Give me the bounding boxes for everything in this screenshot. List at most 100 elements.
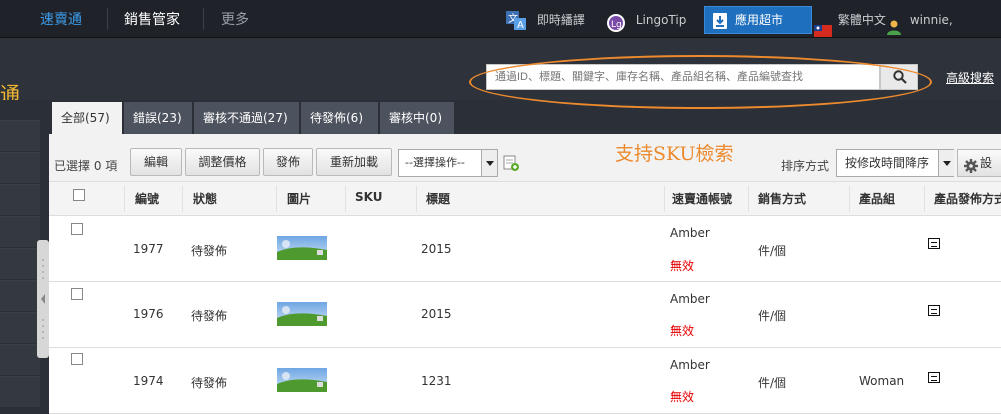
row-sale-method: 件/個 bbox=[758, 309, 787, 323]
sidebar-item[interactable] bbox=[0, 280, 40, 311]
column-divider bbox=[416, 186, 417, 212]
settings-label: 設 bbox=[980, 156, 993, 170]
sidebar-item[interactable] bbox=[0, 248, 40, 279]
col-product-group[interactable]: 產品組 bbox=[859, 190, 895, 207]
row-sale-method: 件/個 bbox=[758, 244, 787, 258]
row-account: Amber bbox=[670, 226, 710, 240]
nav-more[interactable]: 更多 bbox=[221, 0, 249, 38]
sort-select[interactable]: 按修改時間降序 bbox=[836, 149, 954, 177]
row-status: 待發佈 bbox=[191, 309, 228, 323]
row-checkbox[interactable] bbox=[71, 353, 83, 365]
nav-sales-manager[interactable]: 銷售管家 bbox=[124, 0, 180, 38]
lingotip-link[interactable]: Lg LingoTip bbox=[606, 0, 686, 38]
sidebar-item[interactable] bbox=[0, 344, 40, 375]
row-account: Amber bbox=[670, 358, 710, 372]
col-sale-method[interactable]: 銷售方式 bbox=[758, 190, 806, 207]
product-thumbnail[interactable] bbox=[277, 302, 327, 326]
row-sale-method: 件/個 bbox=[758, 376, 787, 390]
operation-select-label: --選擇操作-- bbox=[405, 156, 465, 169]
row-id: 1976 bbox=[133, 307, 164, 321]
sidebar-item[interactable] bbox=[0, 216, 40, 247]
chevron-down-icon bbox=[481, 150, 497, 176]
row-title[interactable]: 2015 bbox=[421, 242, 452, 256]
col-status[interactable]: 狀態 bbox=[193, 190, 217, 207]
nav-divider bbox=[107, 8, 108, 30]
col-account[interactable]: 速賣通帳號 bbox=[672, 190, 732, 207]
row-id: 1977 bbox=[133, 242, 164, 256]
sku-search-annotation: 支持SKU檢索 bbox=[615, 143, 734, 165]
flag-icon bbox=[814, 13, 832, 37]
column-divider bbox=[924, 186, 925, 212]
row-invalid-status: 無效 bbox=[670, 324, 695, 338]
lingotip-label: LingoTip bbox=[635, 13, 687, 27]
lingotip-icon: Lg bbox=[606, 9, 626, 32]
advanced-search-link[interactable]: 高級搜索 bbox=[946, 69, 994, 86]
row-title[interactable]: 1231 bbox=[421, 374, 452, 388]
row-title[interactable]: 2015 bbox=[421, 307, 452, 321]
left-sidebar bbox=[0, 100, 40, 414]
column-divider bbox=[124, 186, 125, 212]
col-sku[interactable]: SKU bbox=[355, 190, 382, 204]
tab-errors[interactable]: 錯誤(23) bbox=[124, 102, 193, 134]
nav-divider bbox=[203, 8, 204, 30]
svg-text:Lg: Lg bbox=[611, 20, 622, 30]
sort-select-value: 按修改時間降序 bbox=[845, 156, 930, 170]
user-menu[interactable]: winnie, wang(14 bbox=[886, 0, 1001, 67]
row-invalid-status: 無效 bbox=[670, 259, 695, 273]
translate-label: 即時繙譯 bbox=[536, 13, 585, 27]
publish-mode-icon bbox=[928, 372, 940, 383]
download-icon bbox=[713, 12, 727, 29]
sidebar-item[interactable] bbox=[0, 120, 40, 151]
add-operation-icon[interactable] bbox=[503, 155, 519, 171]
sort-label: 排序方式 bbox=[781, 159, 830, 173]
app-store-label: 應用超市 bbox=[735, 13, 784, 27]
col-image: 圖片 bbox=[287, 192, 312, 206]
translate-icon: 文A bbox=[505, 8, 527, 31]
row-checkbox[interactable] bbox=[71, 223, 83, 235]
tab-under-review[interactable]: 審核中(0) bbox=[380, 102, 455, 134]
column-divider bbox=[182, 186, 183, 212]
tab-pending-publish[interactable]: 待發佈(6) bbox=[301, 102, 379, 134]
edit-button[interactable]: 編輯 bbox=[130, 148, 182, 176]
publish-button[interactable]: 發佈 bbox=[263, 148, 313, 176]
tab-review-failed[interactable]: 審核不通過(27) bbox=[194, 102, 300, 134]
selected-count: 已選擇 0 項 bbox=[54, 159, 118, 173]
tab-all[interactable]: 全部(57) bbox=[52, 102, 123, 134]
sidebar-item[interactable] bbox=[0, 376, 40, 407]
gear-icon bbox=[964, 156, 978, 173]
app-store-button[interactable]: 應用超市 bbox=[704, 6, 812, 34]
settings-button[interactable]: 設 bbox=[957, 149, 1001, 177]
col-publish-mode[interactable]: 產品發佈方式 bbox=[934, 190, 1001, 207]
product-thumbnail[interactable] bbox=[277, 236, 327, 260]
row-product-group: Woman bbox=[859, 374, 905, 388]
row-id: 1974 bbox=[133, 374, 164, 388]
sidebar-item[interactable] bbox=[0, 152, 40, 183]
language-label: 繁體中文 bbox=[837, 13, 886, 27]
user-icon bbox=[886, 11, 902, 35]
column-divider bbox=[849, 186, 850, 212]
language-selector[interactable]: 繁體中文 bbox=[814, 0, 886, 38]
sidebar-item[interactable] bbox=[0, 312, 40, 343]
top-navigation-bar: 速賣通 銷售管家 更多 文A 即時繙譯 Lg LingoTip 應用超市 繁體中… bbox=[0, 0, 1001, 67]
sidebar-item[interactable] bbox=[0, 184, 40, 215]
svg-text:A: A bbox=[517, 20, 524, 31]
row-invalid-status: 無效 bbox=[670, 390, 695, 404]
annotation-oval bbox=[469, 55, 932, 109]
sidebar-collapse-handle[interactable] bbox=[37, 240, 49, 358]
col-id[interactable]: 編號 bbox=[135, 190, 159, 207]
col-title[interactable]: 標題 bbox=[426, 190, 450, 207]
column-divider bbox=[276, 186, 277, 212]
select-all-checkbox[interactable] bbox=[73, 189, 85, 201]
publish-mode-icon bbox=[928, 238, 940, 249]
product-thumbnail[interactable] bbox=[277, 368, 327, 392]
translate-link[interactable]: 文A 即時繙譯 bbox=[505, 0, 585, 38]
adjust-price-button[interactable]: 調整價格 bbox=[185, 148, 260, 176]
row-status: 待發佈 bbox=[191, 244, 228, 258]
column-divider bbox=[345, 186, 346, 212]
row-account: Amber bbox=[670, 292, 710, 306]
column-divider bbox=[664, 186, 665, 212]
nav-aliexpress[interactable]: 速賣通 bbox=[40, 0, 82, 38]
column-divider bbox=[748, 186, 749, 212]
row-checkbox[interactable] bbox=[71, 288, 83, 300]
reload-button[interactable]: 重新加載 bbox=[316, 148, 392, 176]
